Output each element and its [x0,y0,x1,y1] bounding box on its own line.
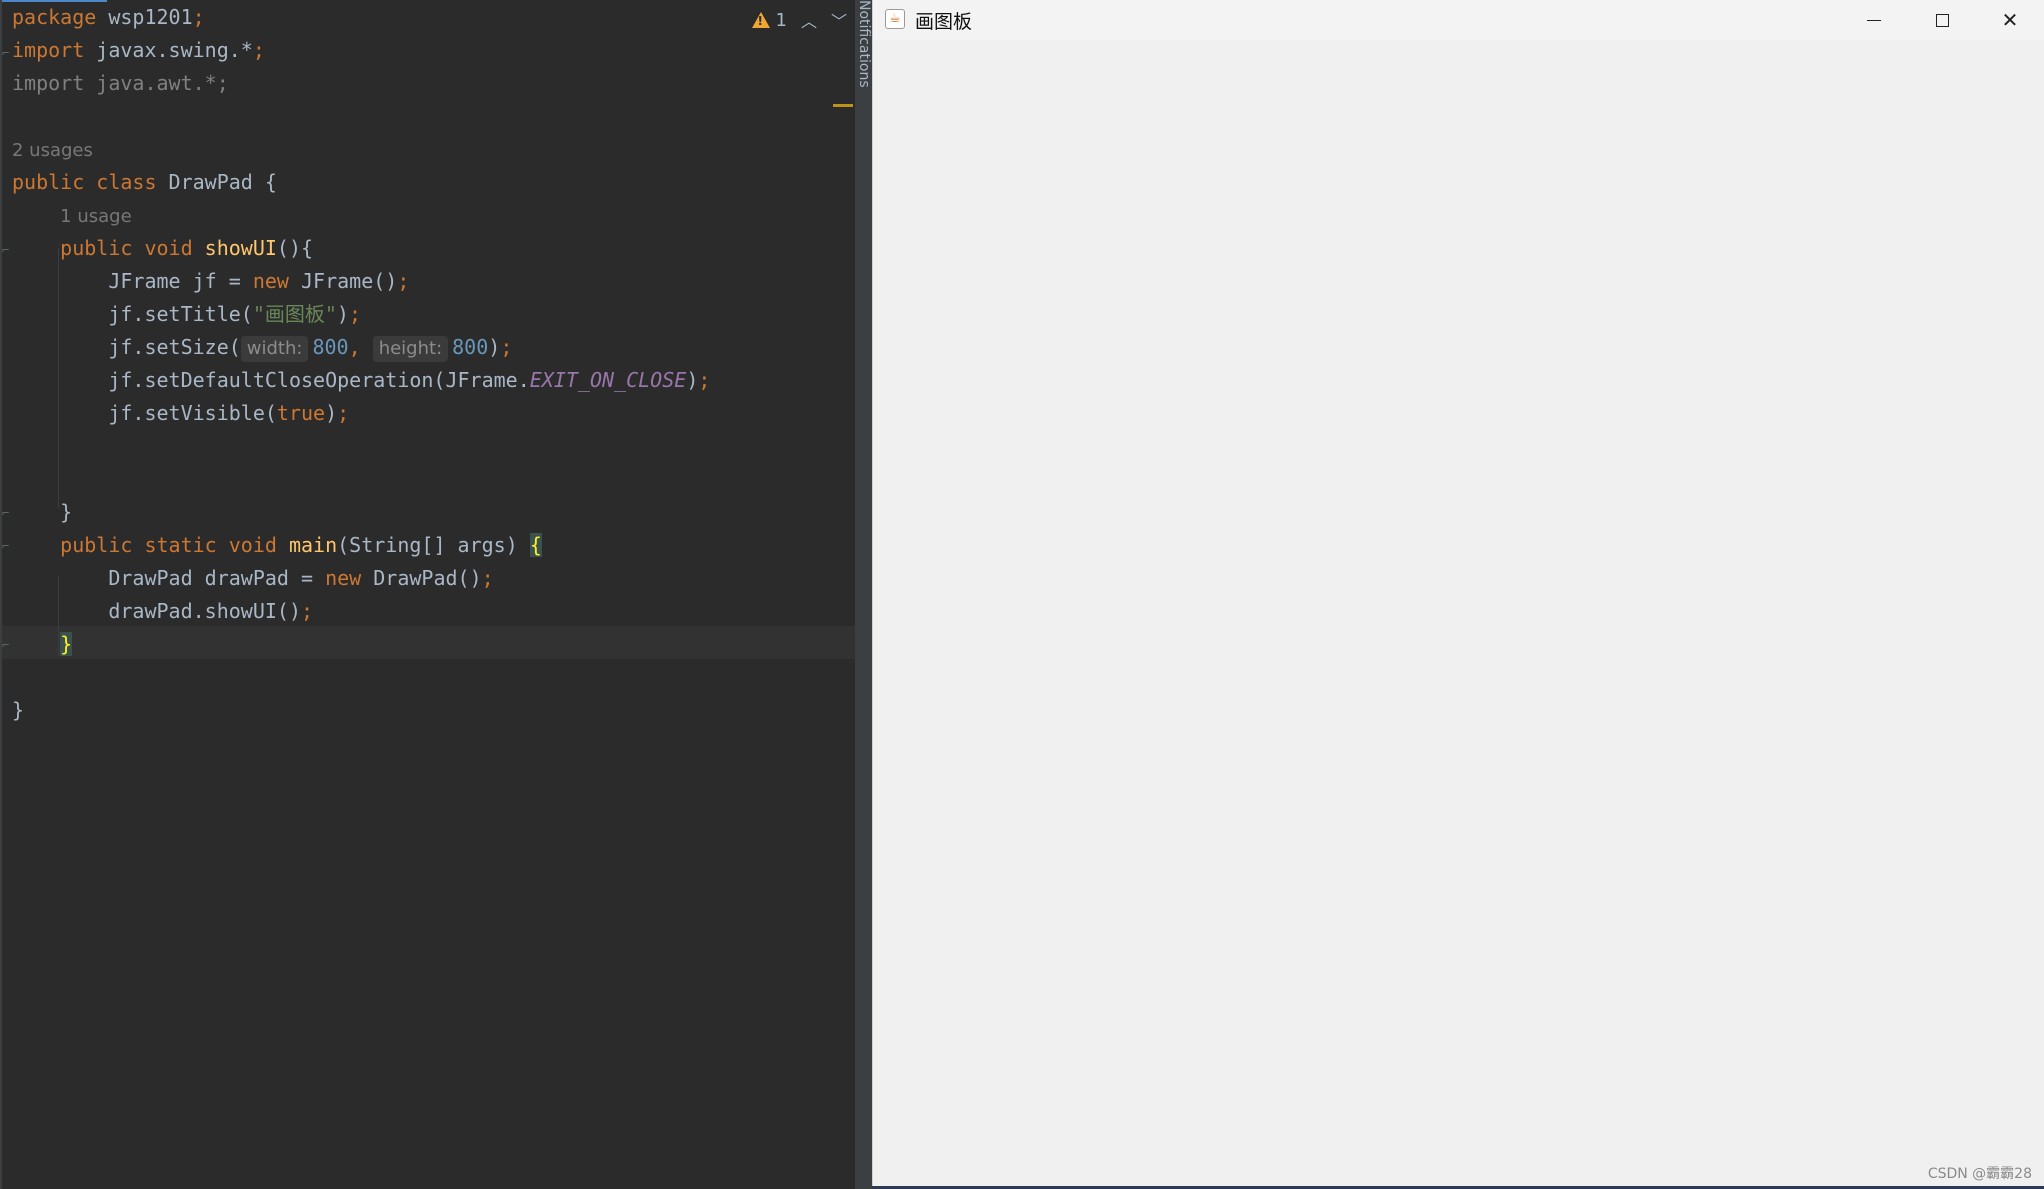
code-line[interactable]: } [12,694,24,727]
fold-marker-icon[interactable]: ⌐ [2,47,12,59]
current-line-highlight [2,626,855,659]
code-line[interactable]: jf.setVisible(true); [12,397,349,430]
close-icon: ✕ [2001,8,2019,32]
maximize-button[interactable] [1908,0,1976,40]
code-line[interactable]: public static void main(String[] args) { [12,529,542,562]
window-content-pane[interactable] [873,40,2044,1186]
code-line[interactable]: 1 usage [12,199,132,232]
code-line[interactable]: 2 usages [12,133,93,166]
notifications-tool-strip[interactable]: Notifications [855,0,872,1189]
code-line[interactable]: public class DrawPad { [12,166,277,199]
maximize-icon [1935,13,1949,27]
code-line[interactable]: import java.awt.*; [12,67,229,100]
minimize-icon [1867,19,1881,21]
code-line[interactable]: JFrame jf = new JFrame(); [12,265,409,298]
code-editor[interactable]: package wsp1201; import javax.swing.*; imp… [0,0,855,1189]
code-line[interactable]: drawPad.showUI(); [12,595,313,628]
code-line[interactable]: import javax.swing.*; [12,34,265,67]
window-titlebar[interactable]: ☕ 画图板 ✕ [873,0,2044,40]
previous-highlight-icon[interactable]: ︿ [801,8,817,32]
warning-icon: ! [751,12,770,28]
notifications-label[interactable]: Notifications [855,0,872,100]
code-line[interactable]: } [12,628,73,661]
java-app-icon: ☕ [885,9,905,29]
code-line[interactable]: jf.setTitle("画图板"); [12,298,361,331]
warning-stripe-marker[interactable] [833,104,853,107]
fold-marker-icon[interactable]: ⌐ [2,639,12,651]
code-line[interactable]: jf.setSize(width: 800, height: 800); [12,331,512,364]
next-highlight-icon[interactable]: ﹀ [831,8,847,32]
drawpad-window[interactable]: ☕ 画图板 ✕ CSDN @霸霸28 [872,0,2044,1189]
code-line[interactable]: DrawPad drawPad = new DrawPad(); [12,562,493,595]
watermark: CSDN @霸霸28 [1927,1166,2032,1182]
close-button[interactable]: ✕ [1976,0,2044,40]
inspection-widget[interactable]: ! 1 ︿ ﹀ [751,6,847,34]
warnings-indicator[interactable]: ! 1 [751,9,787,31]
code-line[interactable]: package wsp1201; [12,1,205,34]
minimize-button[interactable] [1840,0,1908,40]
fold-marker-icon[interactable]: ⌐ [2,507,12,519]
fold-marker-icon[interactable]: ⌐ [2,244,12,256]
fold-marker-icon[interactable]: ⌐ [2,540,12,552]
code-line[interactable]: jf.setDefaultCloseOperation(JFrame.EXIT_… [12,364,710,397]
warning-count: 1 [775,9,787,31]
window-title: 画图板 [915,11,973,33]
code-line[interactable]: public void showUI(){ [12,232,313,265]
code-line[interactable]: } [12,496,72,529]
